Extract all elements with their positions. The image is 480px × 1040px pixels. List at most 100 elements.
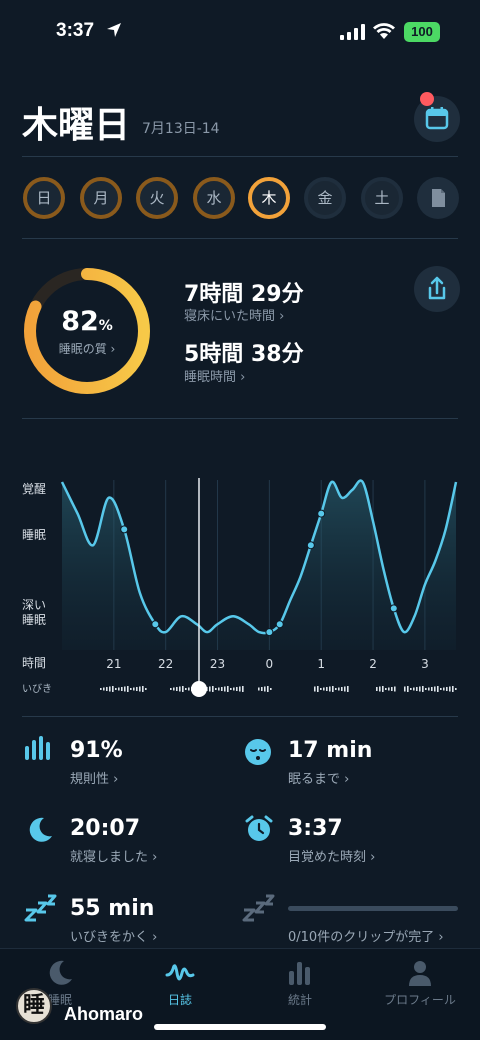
snore-tick xyxy=(332,686,334,692)
day-label: 水 xyxy=(206,189,222,207)
day-selector: 日 月 火 水 木 金 土 xyxy=(22,176,462,220)
tab-stats[interactable]: 統計 xyxy=(240,955,360,1011)
alarm-clock-icon xyxy=(245,815,273,841)
snore-tick xyxy=(221,687,223,691)
tab-profile[interactable]: プロフィール xyxy=(360,955,480,1011)
bedtime-link[interactable]: 就寝しました › xyxy=(70,846,157,865)
time-in-bed-link[interactable]: 寝床にいた時間 › xyxy=(184,305,284,324)
data-point xyxy=(151,620,160,629)
snore-tick xyxy=(419,686,421,692)
regularity-link[interactable]: 規則性 › xyxy=(70,768,118,787)
username: Ahomaro xyxy=(64,1004,144,1024)
scrub-handle[interactable] xyxy=(191,681,207,697)
snore-tick xyxy=(323,687,325,691)
x-tick-label: 2 xyxy=(369,657,377,671)
day-mon[interactable]: 月 xyxy=(79,176,123,220)
snore-tick xyxy=(173,687,175,691)
tab-journal[interactable]: 日誌 xyxy=(120,955,240,1011)
snore-tick xyxy=(344,686,346,692)
snore-tick xyxy=(385,688,387,690)
bars-icon xyxy=(289,962,310,985)
time-in-bed-value: 7時間 29分 xyxy=(184,282,304,307)
location-arrow-icon xyxy=(107,23,121,37)
snore-tick xyxy=(170,688,172,690)
snore-tick xyxy=(326,687,328,691)
snore-tick xyxy=(115,688,117,690)
snore-tick xyxy=(407,686,409,692)
snore-tick xyxy=(218,687,220,691)
snore-tick xyxy=(404,686,406,692)
snore-tick xyxy=(320,688,322,690)
day-wed[interactable]: 水 xyxy=(192,176,236,220)
snore-tick xyxy=(382,686,384,692)
share-button[interactable] xyxy=(414,266,460,312)
snore-tick xyxy=(215,688,217,690)
snoring-link[interactable]: いびきをかく › xyxy=(70,926,157,945)
wake-value: 3:37 xyxy=(288,816,343,841)
status-bar: 3:37 100 xyxy=(0,0,480,64)
quality-unit: % xyxy=(98,318,113,334)
data-point xyxy=(389,604,398,613)
snore-tick xyxy=(440,688,442,690)
snore-tick xyxy=(335,688,337,690)
regularity-icon xyxy=(25,736,50,760)
snore-tick xyxy=(410,688,412,690)
snore-tick xyxy=(230,688,232,690)
regularity-value: 91% xyxy=(70,738,123,763)
fall-asleep-link[interactable]: 眠るまで › xyxy=(288,768,349,787)
divider xyxy=(22,716,458,717)
quality-percent: 82% xyxy=(22,306,152,337)
snore-tick xyxy=(314,686,316,692)
day-label: 土 xyxy=(374,189,390,207)
snore-tick xyxy=(394,686,396,692)
snore-tick xyxy=(136,687,138,691)
day-thu[interactable]: 木 xyxy=(247,176,291,220)
snore-tick xyxy=(452,686,454,692)
snore-tick xyxy=(112,686,114,692)
clips-progress-bar xyxy=(288,906,458,911)
divider xyxy=(22,156,458,157)
snore-tick xyxy=(449,686,451,692)
snore-tick xyxy=(188,687,190,691)
notes-button[interactable] xyxy=(416,176,460,220)
day-tue[interactable]: 火 xyxy=(135,176,179,220)
snore-tick xyxy=(176,687,178,691)
day-fri[interactable]: 金 xyxy=(303,176,347,220)
snore-tick xyxy=(212,686,214,692)
snore-tick xyxy=(437,686,439,692)
clips-link[interactable]: 0/10件のクリップが完了 › xyxy=(288,926,444,945)
sleep-time-link[interactable]: 睡眠時間 › xyxy=(184,366,245,385)
page-title: 木曜日 xyxy=(22,105,131,146)
wake-link[interactable]: 目覚めた時刻 › xyxy=(288,846,375,865)
snore-tick xyxy=(270,688,272,690)
sleep-time-value: 5時間 38分 xyxy=(184,342,304,367)
x-tick-label: 0 xyxy=(266,657,274,671)
snore-tick xyxy=(127,686,129,692)
snore-tick xyxy=(139,686,141,692)
sleep-quality-ring[interactable]: 82% 睡眠の質 › xyxy=(22,266,152,396)
snore-tick xyxy=(434,686,436,692)
day-sun[interactable]: 日 xyxy=(22,176,66,220)
day-label: 火 xyxy=(149,189,165,207)
waveform-icon xyxy=(165,964,195,981)
snore-tick xyxy=(338,687,340,691)
snore-tick xyxy=(428,687,430,691)
tab-label: プロフィール xyxy=(384,993,456,1007)
sleep-hypnogram[interactable]: 21 22 23 0 1 2 3 xyxy=(0,470,480,700)
snore-tick xyxy=(413,687,415,691)
x-tick-label: 3 xyxy=(421,657,429,671)
day-sat[interactable]: 土 xyxy=(360,176,404,220)
snoring-value: 55 min xyxy=(70,896,155,921)
data-point xyxy=(306,541,315,550)
data-point xyxy=(265,628,274,637)
snore-tick xyxy=(347,686,349,692)
snore-tick xyxy=(341,687,343,691)
x-tick-label: 23 xyxy=(210,657,225,671)
snore-tick xyxy=(121,687,123,691)
snore-tick xyxy=(142,686,144,692)
snore-tick xyxy=(182,686,184,692)
snore-tick xyxy=(455,688,457,690)
day-label: 金 xyxy=(317,189,333,207)
snore-tick xyxy=(109,686,111,692)
snore-tick xyxy=(388,687,390,691)
